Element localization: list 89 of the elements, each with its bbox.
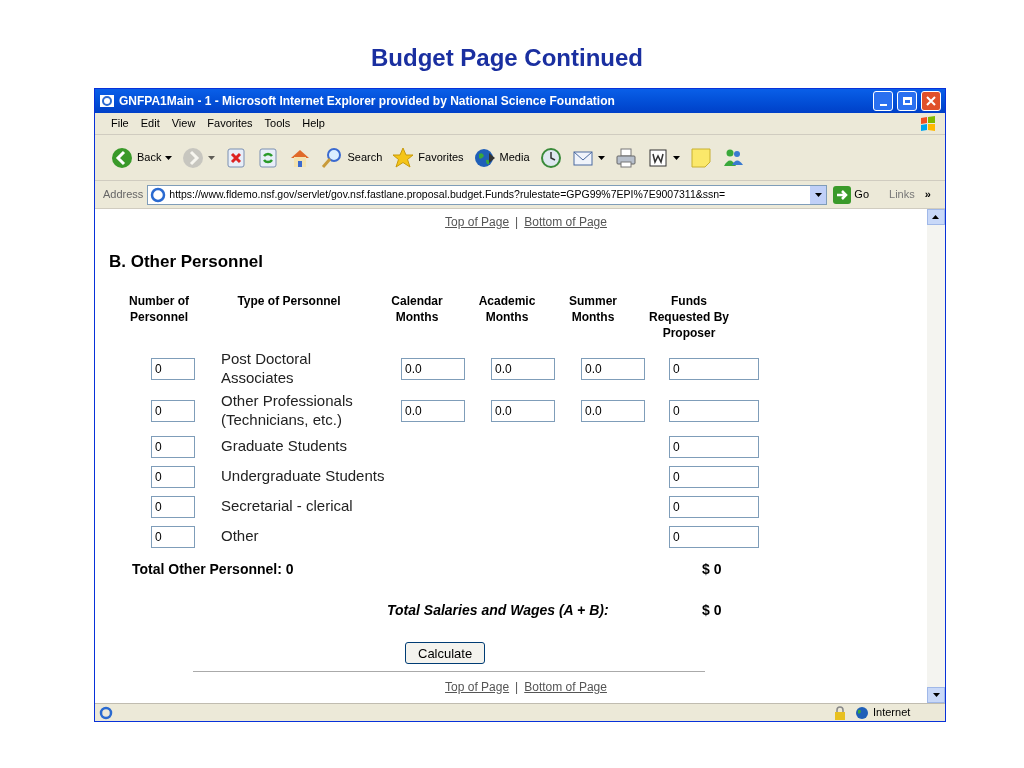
column-header: Number of Personnel: [128, 292, 190, 326]
top-of-page-link[interactable]: Top of Page: [445, 213, 510, 231]
refresh-icon: [257, 146, 280, 169]
bottom-of-page-link[interactable]: Bottom of Page: [524, 677, 607, 696]
text-input[interactable]: 0: [669, 525, 759, 548]
total-amount: $ 0: [702, 559, 722, 579]
total-other-personnel: Total Other Personnel: 0: [132, 559, 295, 579]
separator: |: [515, 678, 519, 696]
separator: |: [515, 214, 519, 231]
caret-icon: [672, 155, 680, 160]
top-of-page-link[interactable]: Top of Page: [445, 677, 510, 696]
toolbar-button[interactable]: Search: [319, 146, 385, 169]
page-icon: [99, 705, 113, 720]
menu-item[interactable]: Favorites: [201, 115, 259, 132]
slide-title: Budget Page Continued: [370, 43, 644, 73]
clock-icon: [539, 146, 562, 169]
text-input[interactable]: 0.0: [401, 399, 465, 422]
menu-item[interactable]: Edit: [134, 115, 166, 132]
text-input[interactable]: 0.0: [491, 399, 555, 422]
caret-icon: [814, 192, 822, 197]
menu-item[interactable]: Help: [296, 115, 331, 132]
maximize-button[interactable]: [897, 91, 917, 111]
toolbar-button[interactable]: Media: [471, 146, 532, 169]
minimize-button[interactable]: [873, 91, 893, 111]
links-label[interactable]: Links: [889, 186, 915, 203]
personnel-type: Other Professionals (Technicians, etc.): [221, 390, 354, 429]
calculate-button[interactable]: Calculate: [405, 642, 486, 665]
column-header: Summer Months: [568, 292, 618, 326]
section-title: B. Other Personnel: [108, 251, 264, 273]
dropdown-button[interactable]: [810, 185, 827, 204]
column-header: Type of Personnel: [236, 292, 342, 310]
search-icon: [321, 146, 344, 169]
star-icon: [392, 146, 415, 169]
sticky-note-icon: [689, 146, 712, 169]
address-field[interactable]: https://www.fldemo.nsf.gov/servlet/gov.nsf.fastlane.proposal.budget.Funds?rulestate=GPG99%7EPI%7E9007311&ssn=: [147, 184, 828, 205]
text-input[interactable]: 0: [151, 495, 195, 518]
text-input[interactable]: 0: [151, 525, 195, 548]
document-icon: [646, 146, 669, 169]
more-chevron[interactable]: »: [924, 186, 931, 203]
text-input[interactable]: 0: [151, 357, 195, 380]
text-input[interactable]: 0.0: [581, 357, 645, 380]
personnel-type: Graduate Students: [221, 436, 348, 455]
text-input[interactable]: 0: [669, 465, 759, 488]
caret-icon: [932, 215, 940, 219]
text-input[interactable]: 0.0: [491, 357, 555, 380]
browser-icon: [99, 93, 115, 109]
personnel-type: Post Doctoral Associates: [221, 348, 313, 387]
caret-icon: [597, 155, 605, 160]
close-icon: [926, 96, 936, 106]
text-input[interactable]: 0: [669, 357, 759, 380]
address-label: Address: [103, 187, 144, 203]
personnel-type: Other: [221, 526, 260, 545]
printer-icon: [614, 146, 637, 169]
text-input[interactable]: 0: [151, 399, 195, 422]
text-input[interactable]: 0: [151, 435, 195, 458]
toolbar-button[interactable]: Back: [109, 146, 175, 169]
text-input[interactable]: 0.0: [581, 399, 645, 422]
close-button[interactable]: [921, 91, 941, 111]
menu-item[interactable]: View: [165, 115, 202, 132]
padlock-icon: [833, 705, 847, 720]
text-input[interactable]: 0: [669, 495, 759, 518]
arrow-right-icon: [833, 185, 852, 204]
column-header: Funds Requested By Proposer: [648, 292, 730, 341]
menu-item[interactable]: File: [105, 115, 135, 132]
go-button[interactable]: Go: [831, 185, 872, 204]
text-input[interactable]: 0: [669, 399, 759, 422]
windows-flag-icon: [919, 115, 937, 132]
personnel-type: Secretarial - clerical: [221, 496, 354, 515]
globe-icon: [855, 705, 869, 720]
menu-item[interactable]: Tools: [258, 115, 297, 132]
caret-icon: [932, 693, 940, 697]
stop-icon: [225, 146, 248, 169]
window-title: GNFPA1Main - 1 - Microsoft Internet Explorer provided by National Science Foundation: [119, 93, 616, 110]
total-amount: $ 0: [702, 600, 722, 620]
bottom-of-page-link[interactable]: Bottom of Page: [524, 213, 607, 231]
caret-icon: [165, 155, 173, 160]
zone-label: Internet: [873, 705, 911, 721]
text-input[interactable]: 0: [151, 465, 195, 488]
column-header: Calendar Months: [390, 292, 444, 326]
scrollbar[interactable]: [927, 209, 945, 703]
page-icon: [150, 186, 167, 203]
text-input[interactable]: 0: [669, 435, 759, 458]
personnel-type: Undergraduate Students: [221, 466, 386, 485]
toolbar-button[interactable]: Favorites: [390, 146, 466, 169]
globe-icon: [473, 146, 496, 169]
total-salaries-label: Total Salaries and Wages (A + B):: [387, 600, 610, 620]
text-input[interactable]: 0.0: [401, 357, 465, 380]
column-header: Academic Months: [477, 292, 537, 326]
caret-icon: [208, 155, 216, 160]
